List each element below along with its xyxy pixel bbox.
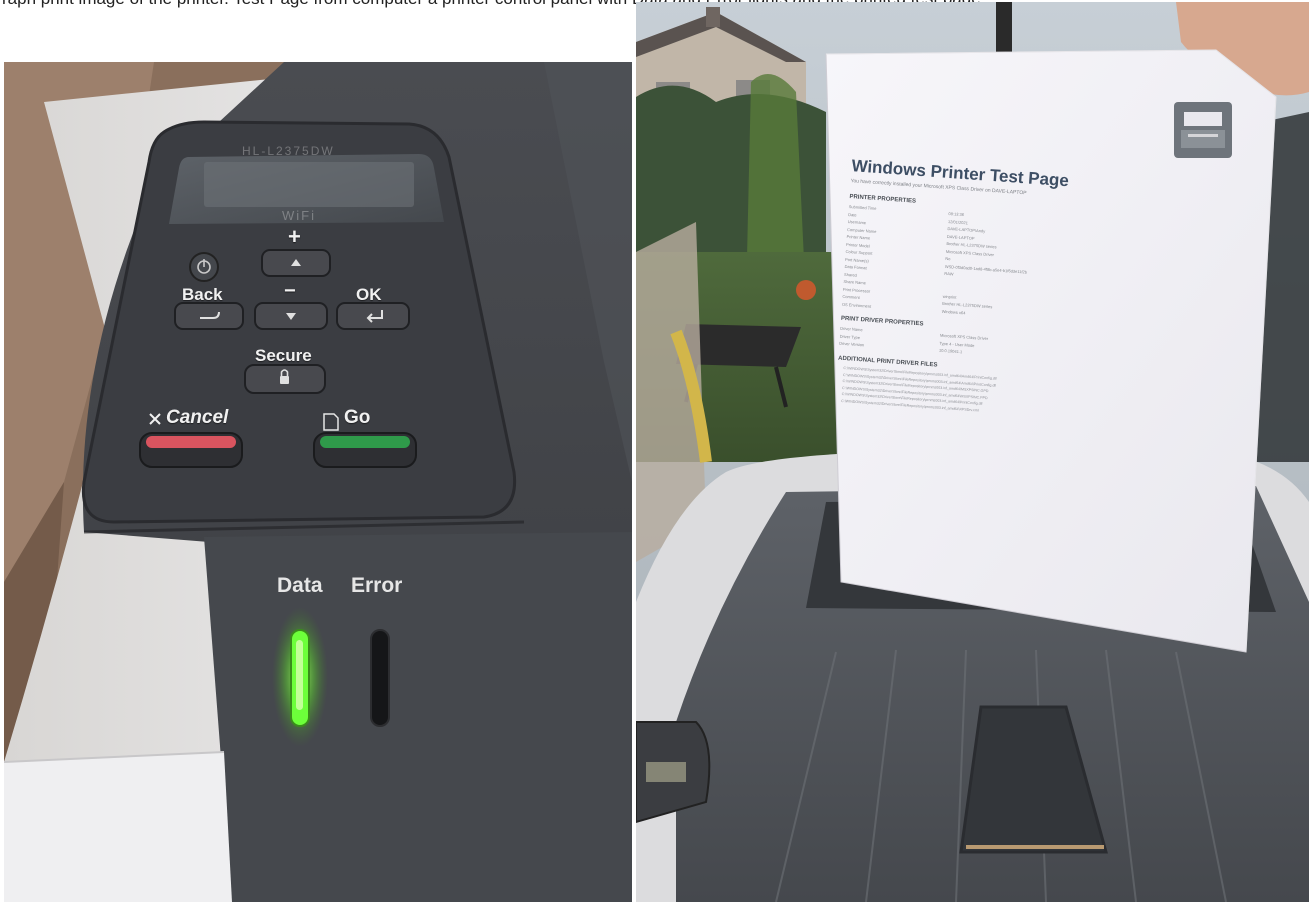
lock-icon [280,376,289,384]
secure-label: Secure [255,346,312,365]
cancel-red-stripe [146,436,236,448]
property-key: Comment [842,293,860,300]
property-value: winprint [942,293,957,300]
property-key: Port Name(s) [844,256,869,264]
printer-properties-heading: PRINTER PROPERTIES [849,194,917,205]
property-key: Submitted Time [848,204,877,211]
property-key: Driver Name [840,325,863,333]
property-row: Share Name [843,278,1103,297]
property-value: 10.0.19041.1 [938,347,963,355]
property-key: Colour Support [845,248,873,256]
property-value: DAVE-LAPTOP [946,233,975,241]
test-page-content: Windows Printer Test Page You have corre… [801,45,1269,634]
data-label: Data [277,574,323,597]
property-row: Username DAVE-LAPTOP\Andy [848,219,1107,237]
control-panel-illustration [4,62,632,902]
error-status-light [370,629,390,727]
property-key: Print Processor [842,286,871,294]
back-button[interactable] [174,302,244,330]
property-key: Printer Model [845,241,871,249]
wifi-label: WiFi [282,208,316,223]
property-row: Submitted Time 08:13:36 [849,204,1108,222]
property-key: Computer Name [847,226,877,234]
property-key: Username [847,218,867,226]
ok-label: OK [356,285,382,304]
property-value: 08:13:36 [948,210,965,218]
property-value: Windows x64 [941,308,966,315]
property-row: Shared [844,271,1103,289]
property-row: Print Processor winprint [843,286,1102,304]
property-key: Driver Version [839,340,865,348]
ok-button[interactable] [336,302,410,330]
property-value: WSD-0f3d0ad0-1ad8-4f8b-a5e4-b1f6d3e11f2b [944,263,1028,275]
property-row: Comment Brother HL-L2375DW series [842,293,1102,312]
cancel-label: Cancel [166,407,229,428]
property-key: Data Format [844,263,867,271]
property-key: Shared [843,271,858,278]
property-key: Driver Type [839,333,861,340]
go-green-stripe [320,436,410,448]
property-key: Date [848,211,857,218]
property-row: Date 12/01/2021 [848,211,1107,229]
property-row: Port Name(s) WSD-0f3d0ad0-1ad8-4f8b-a5e4-… [845,256,1104,274]
property-value: Microsoft XPS Class Driver [945,248,995,257]
back-label: Back [182,285,223,304]
property-value: RAW [944,270,954,277]
property-row: Driver Name Microsoft XPS Class Driver [840,326,1099,344]
error-label: Error [351,574,403,597]
control-panel-photo: HL-L2375DW WiFi + Back − OK Secure Cance… [4,62,632,902]
property-value: DAVE-LAPTOP\Andy [947,225,986,234]
property-key: OS Environment [841,301,872,309]
property-value: 12/01/2021 [947,218,969,225]
ball [796,280,816,300]
property-row: Printer Name Brother HL-L2375DW series [846,233,1106,252]
lcd-brand-text: HL-L2375DW [242,144,335,158]
property-key: Printer Name [846,233,871,241]
property-key: Share Name [843,278,867,286]
minus-label: − [284,280,296,302]
property-value: No [945,255,951,262]
plus-label: + [288,224,301,249]
property-value: Type 4 - User Mode [939,340,975,348]
go-label: Go [344,407,371,428]
